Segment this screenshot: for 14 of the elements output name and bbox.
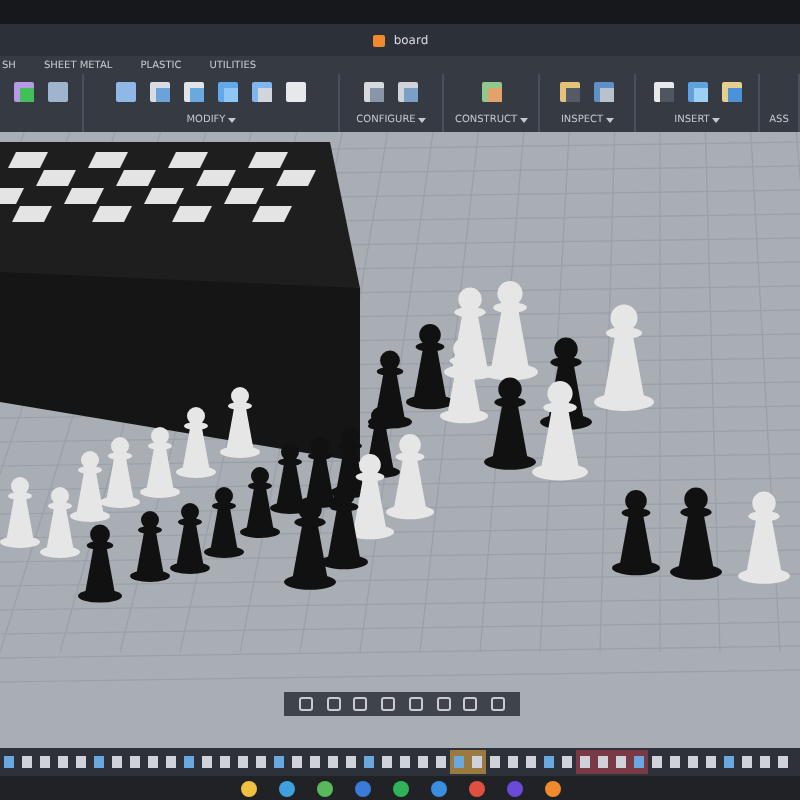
caret-icon[interactable] (605, 116, 614, 124)
app-icon[interactable] (543, 779, 561, 797)
app-icon[interactable] (315, 779, 333, 797)
cube-icon (371, 33, 386, 47)
app-icon[interactable] (277, 779, 295, 797)
caret-icon[interactable] (227, 116, 236, 124)
app-icon[interactable] (467, 779, 485, 797)
caret-icon[interactable] (519, 116, 528, 124)
caret-icon[interactable] (711, 116, 720, 124)
app-icon[interactable] (391, 779, 409, 797)
app-icon[interactable] (429, 779, 447, 797)
caret-icon[interactable] (417, 116, 426, 124)
app-icon[interactable] (353, 779, 371, 797)
app-icon[interactable] (239, 779, 257, 797)
